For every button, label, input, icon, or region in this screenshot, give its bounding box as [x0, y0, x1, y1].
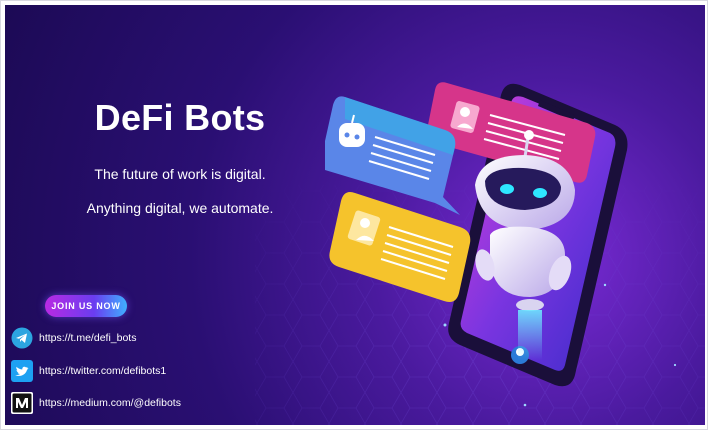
- telegram-link[interactable]: https://t.me/defi_bots: [39, 332, 136, 344]
- twitter-icon: [11, 360, 33, 382]
- join-us-now-button[interactable]: JOIN US NOW: [45, 295, 127, 317]
- twitter-link-row[interactable]: https://twitter.com/defibots1: [11, 360, 166, 382]
- medium-icon: [11, 392, 33, 414]
- page-title: DeFi Bots: [94, 97, 266, 138]
- tagline-secondary: Anything digital, we automate.: [86, 200, 274, 216]
- telegram-link-row[interactable]: https://t.me/defi_bots: [11, 327, 136, 349]
- page-frame: DeFi Bots The future of work is digital.…: [0, 0, 708, 430]
- telegram-icon: [11, 327, 33, 349]
- medium-link-row[interactable]: https://medium.com/@defibots: [11, 392, 181, 414]
- twitter-link[interactable]: https://twitter.com/defibots1: [39, 365, 166, 377]
- tagline-primary: The future of work is digital.: [94, 166, 266, 182]
- hero-banner: DeFi Bots The future of work is digital.…: [5, 5, 705, 425]
- robot-phone-illustration: [325, 82, 628, 387]
- medium-link[interactable]: https://medium.com/@defibots: [39, 397, 181, 409]
